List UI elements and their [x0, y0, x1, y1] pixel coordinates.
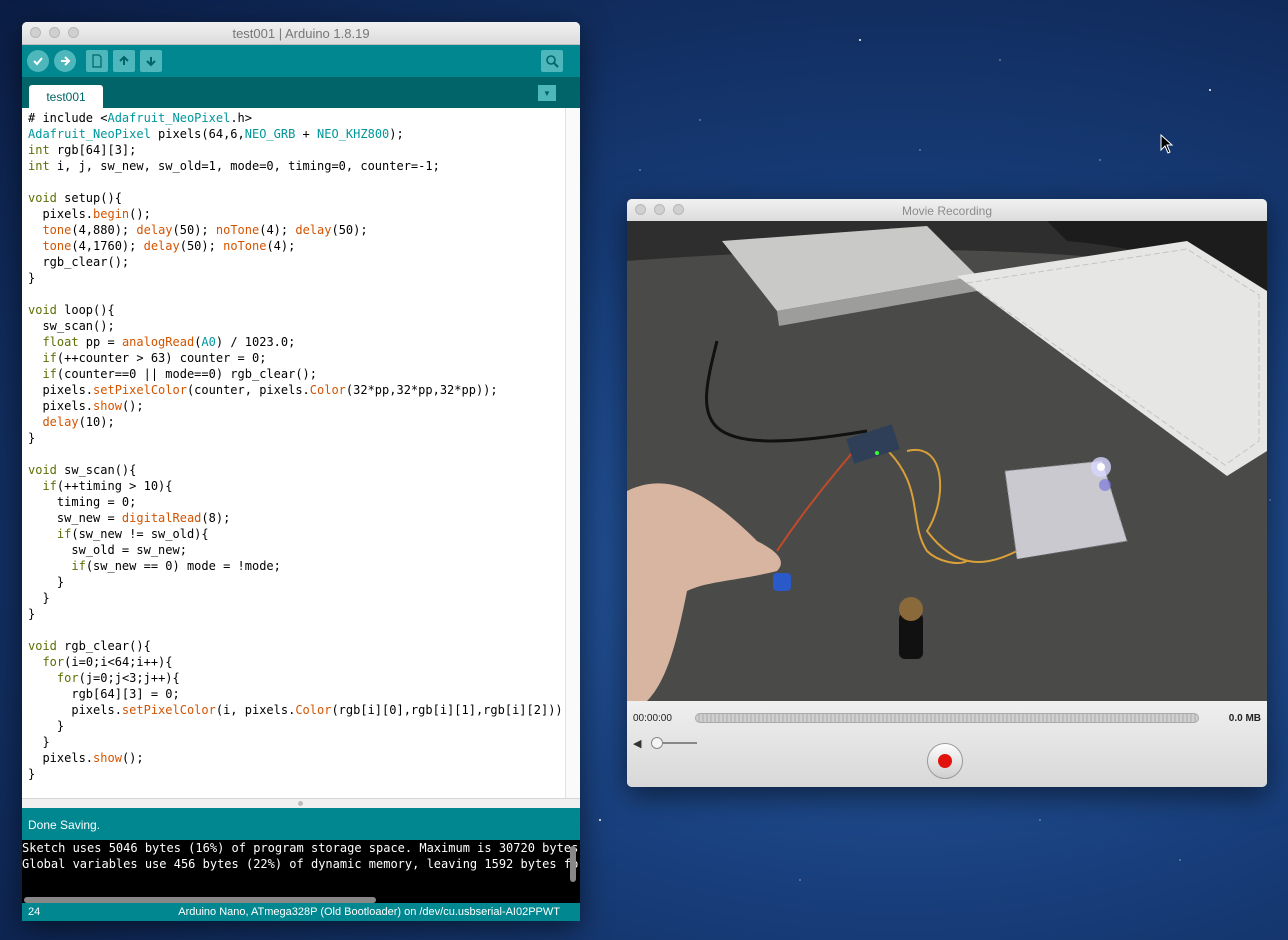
- serial-monitor-button[interactable]: [541, 50, 563, 72]
- save-arrow-down-icon: [146, 57, 156, 67]
- ide-footer: 24 Arduino Nano, ATmega328P (Old Bootloa…: [22, 903, 580, 921]
- triangle-down-icon: ▼: [543, 88, 551, 98]
- checkmark-icon: [33, 57, 43, 66]
- ide-toolbar: [22, 45, 580, 77]
- line-number: 24: [28, 906, 41, 918]
- elapsed-time: 00:00:00: [633, 713, 672, 724]
- console-line-1: Sketch uses 5046 bytes (16%) of program …: [22, 841, 580, 855]
- arduino-ide-window: test001 | Arduino 1.8.19 test001 ▼ # inc…: [22, 22, 580, 921]
- tab-menu-button[interactable]: ▼: [538, 85, 556, 101]
- camera-preview: [627, 221, 1267, 701]
- recording-progress-track: [695, 713, 1199, 723]
- movie-window-title: Movie Recording: [901, 204, 993, 218]
- camera-frame-image: [627, 221, 1267, 701]
- new-sketch-button[interactable]: [86, 50, 108, 72]
- tab-label: test001: [46, 90, 86, 104]
- file-size: 0.0 MB: [1228, 713, 1261, 724]
- new-file-icon: [92, 54, 102, 68]
- console-vertical-scrollbar[interactable]: [570, 846, 576, 882]
- record-icon: [938, 754, 952, 768]
- movie-recording-window: Movie Recording 00:00:00 0.0 MB ◀: [627, 199, 1267, 787]
- splitter-handle[interactable]: [298, 801, 303, 806]
- speaker-icon: ◀: [633, 738, 642, 750]
- volume-slider-knob[interactable]: [651, 737, 663, 749]
- verify-button[interactable]: [27, 50, 49, 72]
- ide-titlebar[interactable]: test001 | Arduino 1.8.19: [22, 22, 580, 45]
- save-sketch-button[interactable]: [140, 50, 162, 72]
- magnifier-icon: [546, 55, 559, 68]
- sketch-tab-bar: test001 ▼: [22, 77, 580, 109]
- movie-titlebar[interactable]: Movie Recording: [627, 199, 1267, 222]
- ide-window-title: test001 | Arduino 1.8.19: [232, 26, 370, 41]
- desktop: { "ide": { "title": "test001 | Arduino 1…: [0, 0, 1288, 940]
- console-output[interactable]: Sketch uses 5046 bytes (16%) of program …: [22, 840, 580, 905]
- arrow-right-icon: [61, 56, 71, 66]
- code-editor[interactable]: # include <Adafruit_NeoPixel.h> Adafruit…: [22, 108, 580, 798]
- open-sketch-button[interactable]: [113, 50, 135, 72]
- editor-vertical-scrollbar[interactable]: [565, 108, 580, 798]
- code-text[interactable]: # include <Adafruit_NeoPixel.h> Adafruit…: [22, 108, 580, 782]
- board-info: Arduino Nano, ATmega328P (Old Bootloader…: [178, 906, 560, 918]
- status-message: Done Saving.: [28, 818, 101, 832]
- recording-controls: 00:00:00 0.0 MB ◀: [627, 701, 1267, 787]
- open-arrow-up-icon: [119, 55, 129, 65]
- record-button[interactable]: [927, 743, 963, 779]
- status-bar: Done Saving.: [22, 808, 580, 840]
- console-line-2: Global variables use 456 bytes (22%) of …: [22, 857, 580, 871]
- tab-test001[interactable]: test001: [29, 85, 103, 109]
- upload-button[interactable]: [54, 50, 76, 72]
